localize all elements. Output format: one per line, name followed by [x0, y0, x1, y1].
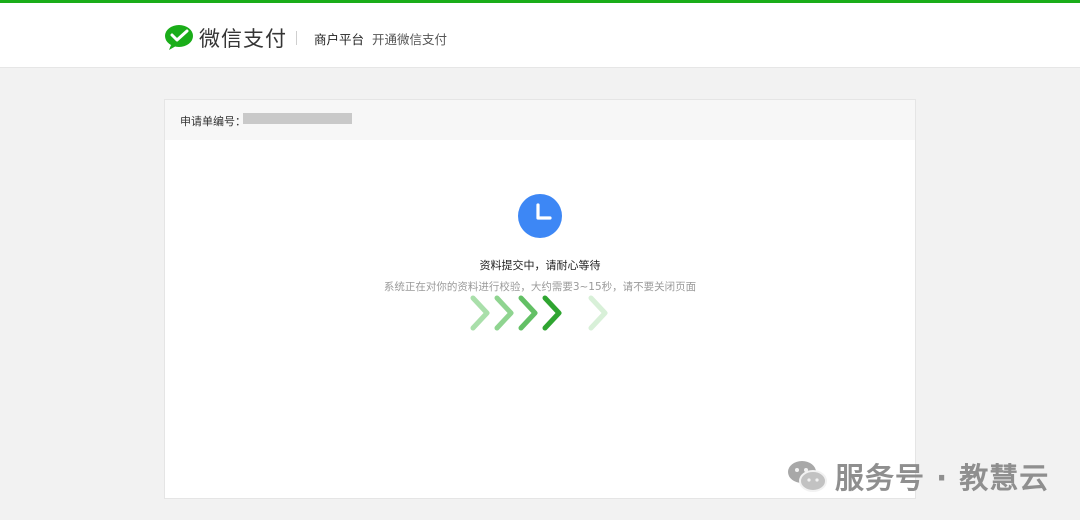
clock-icon [518, 194, 562, 238]
top-navigation-bar: 微信支付 商户平台 开通微信支付 [0, 0, 1080, 68]
status-description: 系统正在对你的资料进行校验，大约需要3~15秒，请不要关闭页面 [383, 281, 697, 293]
wechat-icon [788, 461, 827, 492]
application-number-label: 申请单编号： [180, 115, 246, 128]
header-divider [296, 31, 297, 45]
open-wechat-pay-link[interactable]: 开通微信支付 [372, 29, 447, 48]
application-header: 申请单编号： [165, 100, 915, 140]
watermark-text: 服务号 · 教慧云 [835, 461, 1050, 495]
chevron-progress-icon [470, 295, 608, 331]
wechat-watermark: 服务号 · 教慧云 [787, 458, 1050, 495]
status-title: 资料提交中，请耐心等待 [479, 259, 601, 272]
application-number-redacted [243, 113, 352, 124]
wechat-pay-brand[interactable]: 微信支付 [199, 23, 287, 53]
wechat-pay-logo-icon[interactable] [164, 24, 194, 50]
merchant-platform-link[interactable]: 商户平台 [314, 29, 364, 48]
application-panel: 申请单编号： 资料提交中，请耐心等待 系统正在对你的资料进行校验，大约需要3~1… [164, 99, 916, 499]
